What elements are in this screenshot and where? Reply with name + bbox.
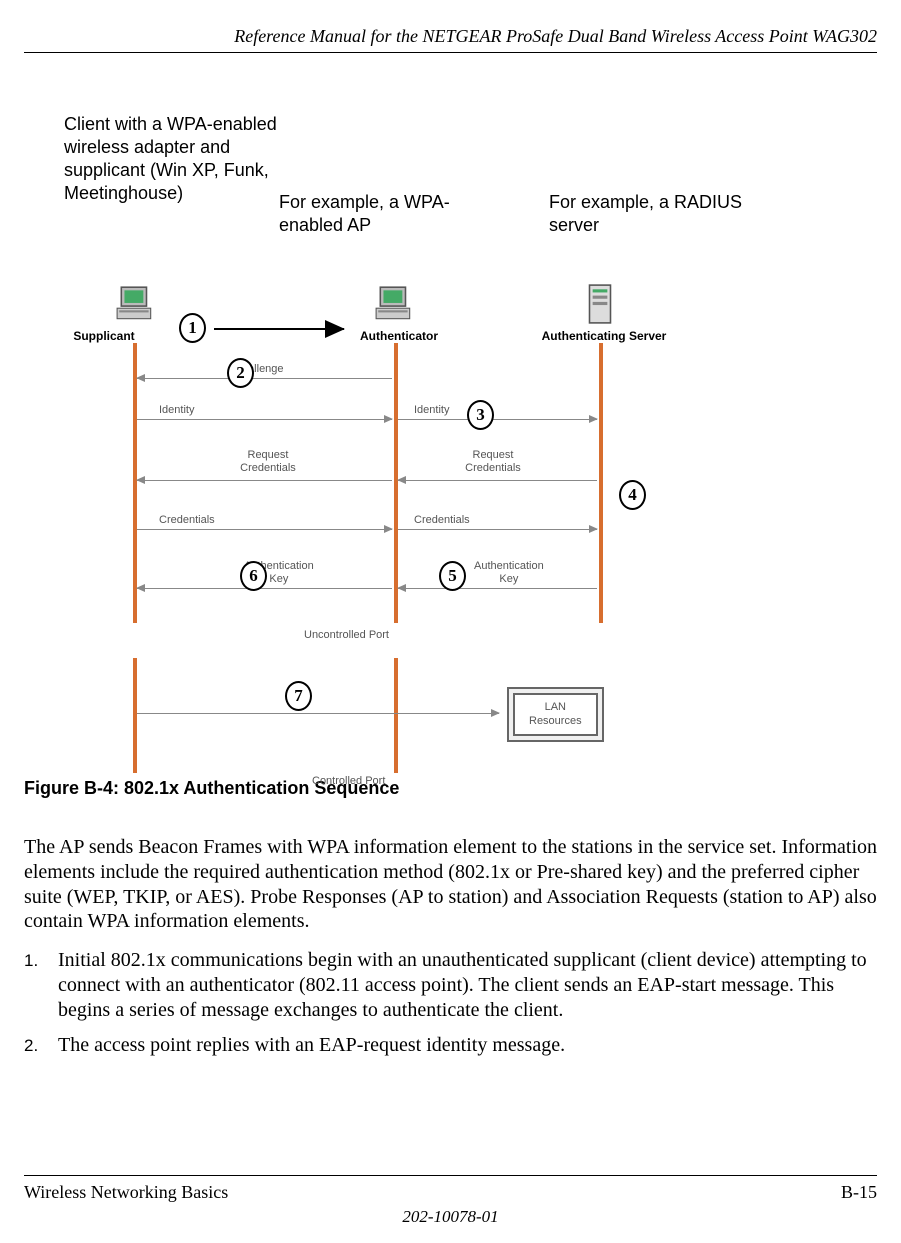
step-circle-3: 3 <box>467 400 494 430</box>
msg-credentials-left: Credentials <box>159 514 215 527</box>
footer-docnum: 202-10078-01 <box>24 1207 877 1227</box>
annotation-supplicant: Client with a WPA-enabled wireless adapt… <box>64 113 279 205</box>
arrow-authkey-right <box>398 588 597 589</box>
lan-resources-box: LAN Resources <box>507 687 604 742</box>
arrow-identity-left <box>137 419 392 420</box>
annotation-authenticator: For example, a WPA-enabled AP <box>279 191 469 237</box>
page-footer: Wireless Networking Basics B-15 202-1007… <box>24 1175 877 1227</box>
step-circle-1: 1 <box>179 313 206 343</box>
annotation-authserver: For example, a RADIUS server <box>549 191 749 237</box>
footer-page: B-15 <box>841 1182 877 1203</box>
step-circle-2: 2 <box>227 358 254 388</box>
server-icon <box>579 283 621 325</box>
msg-authkey-right: Authentication Key <box>474 560 544 586</box>
steps-list: Initial 802.1x communications begin with… <box>24 948 877 1058</box>
arrow-challenge <box>137 378 392 379</box>
step-circle-7: 7 <box>285 681 312 711</box>
step-circle-5: 5 <box>439 561 466 591</box>
step-circle-6: 6 <box>240 561 267 591</box>
arrow-credentials-right <box>398 529 597 530</box>
sequence-diagram: Supplicant Authenticator Authenticating … <box>79 283 709 783</box>
authenticator-icon <box>374 283 416 325</box>
arrow-authkey-left <box>137 588 392 589</box>
arrow-reqcred-left <box>137 480 392 481</box>
arrow-step1 <box>214 328 344 330</box>
role-supplicant: Supplicant <box>64 329 144 343</box>
msg-credentials-right: Credentials <box>414 514 470 527</box>
running-header: Reference Manual for the NETGEAR ProSafe… <box>24 26 877 53</box>
lan-resources-label: LAN Resources <box>513 693 598 736</box>
footer-section: Wireless Networking Basics <box>24 1182 228 1203</box>
role-authserver: Authenticating Server <box>529 329 679 343</box>
label-controlled-port: Controlled Port <box>312 775 385 788</box>
lifeline-authserver <box>599 343 603 623</box>
lifeline-authenticator-lower <box>394 658 398 773</box>
intro-paragraph: The AP sends Beacon Frames with WPA info… <box>24 835 877 934</box>
list-item-2: The access point replies with an EAP-req… <box>24 1033 877 1058</box>
msg-reqcred-left: Request Credentials <box>234 449 302 475</box>
supplicant-icon <box>115 283 157 325</box>
label-uncontrolled-port: Uncontrolled Port <box>304 629 389 642</box>
arrow-identity-right <box>398 419 597 420</box>
lifeline-supplicant-lower <box>133 658 137 773</box>
arrow-lan <box>137 713 499 714</box>
role-authenticator: Authenticator <box>349 329 449 343</box>
arrow-credentials-left <box>137 529 392 530</box>
msg-identity-left: Identity <box>159 404 194 417</box>
msg-reqcred-right: Request Credentials <box>459 449 527 475</box>
header-title: Reference Manual for the NETGEAR ProSafe… <box>234 26 877 46</box>
step-circle-4: 4 <box>619 480 646 510</box>
figure-area: Client with a WPA-enabled wireless adapt… <box>64 113 877 778</box>
list-item-1: Initial 802.1x communications begin with… <box>24 948 877 1023</box>
arrow-reqcred-right <box>398 480 597 481</box>
msg-identity-right: Identity <box>414 404 449 417</box>
